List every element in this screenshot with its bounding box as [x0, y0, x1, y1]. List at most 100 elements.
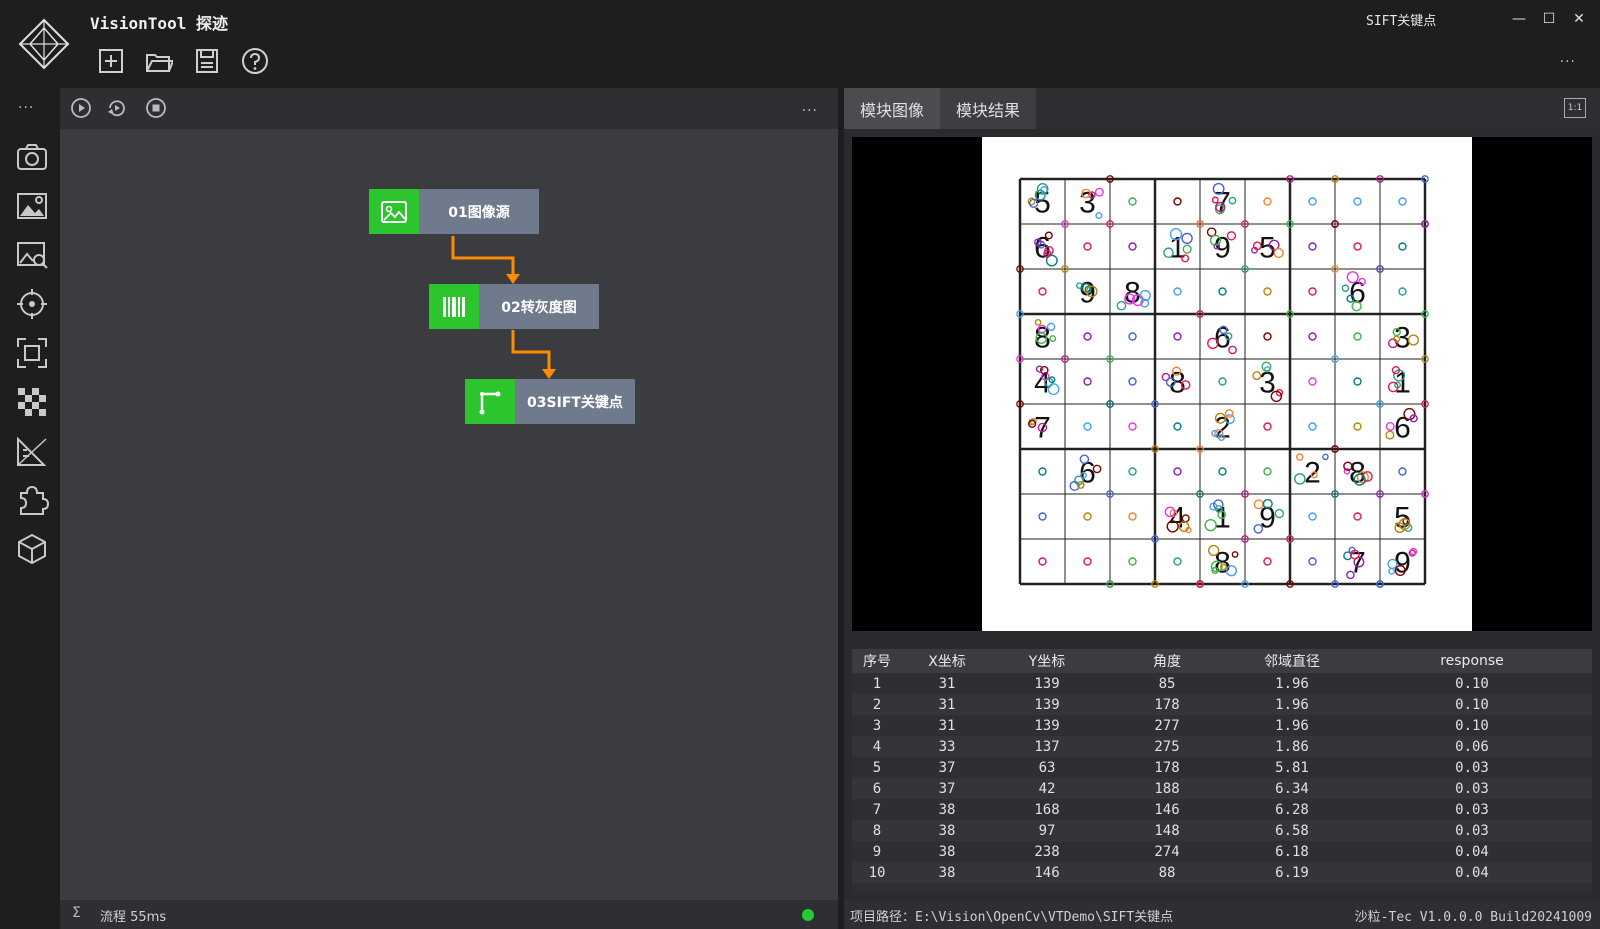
tab-module-result[interactable]: 模块结果: [940, 88, 1037, 129]
more-menu-button[interactable]: ...: [1560, 50, 1576, 66]
flow-node-image-source[interactable]: 01图像源: [369, 189, 539, 234]
left-toolbar: ...: [0, 88, 60, 929]
leftbar-more-button[interactable]: ...: [18, 96, 34, 112]
table-cell: 238: [992, 841, 1102, 862]
help-icon[interactable]: [240, 46, 270, 76]
checker-icon[interactable]: [15, 385, 49, 419]
keypoint-marker: [1353, 512, 1362, 521]
table-row[interactable]: 2 31 139 178 1.96 0.10: [852, 694, 1592, 715]
keypoints-table[interactable]: 序号 X坐标 Y坐标 角度 邻域直径 response 1 31 139 85 1.96…: [852, 649, 1592, 894]
column-header[interactable]: 序号: [852, 649, 902, 673]
sudoku-digit: 9: [1079, 277, 1096, 310]
table-cell: 6.34: [1232, 778, 1352, 799]
result-panel: 模块图像 模块结果 1:1 53761959868634831726628419…: [844, 88, 1600, 900]
actual-size-button[interactable]: 1:1: [1564, 98, 1586, 118]
keypoint-marker: [1173, 557, 1182, 566]
keypoint-marker: [1308, 377, 1317, 386]
table-cell: 0.03: [1352, 757, 1592, 778]
table-cell: 7: [852, 799, 902, 820]
table-row[interactable]: 6 37 42 188 6.34 0.03: [852, 778, 1592, 799]
table-cell: 6.58: [1232, 820, 1352, 841]
sudoku-keypoints-image: 5 3 76 1 9 59 8 68 6 34 8 3 17 2 66 2 84 1 9 58 7 9: [1016, 175, 1429, 588]
keypoint-marker: [1353, 377, 1362, 386]
close-button[interactable]: ✕: [1572, 8, 1586, 30]
table-cell: 0.03: [1352, 820, 1592, 841]
table-row[interactable]: 4 33 137 275 1.86 0.06: [852, 736, 1592, 757]
keypoint-marker: [1128, 242, 1137, 251]
camera-icon[interactable]: [15, 140, 49, 174]
table-row[interactable]: 7 38 168 146 6.28 0.03: [852, 799, 1592, 820]
keypoint-marker: [1263, 422, 1272, 431]
table-row[interactable]: 9 38 238 274 6.18 0.04: [852, 841, 1592, 862]
keypoint-marker: [1322, 453, 1329, 461]
target-icon[interactable]: [15, 287, 49, 321]
table-cell: 33: [902, 736, 992, 757]
stop-icon[interactable]: [145, 97, 167, 119]
keypoint-marker: [1038, 512, 1047, 521]
open-folder-icon[interactable]: [144, 46, 174, 76]
table-row[interactable]: 8 38 97 148 6.58 0.03: [852, 820, 1592, 841]
keypoint-marker: [1353, 332, 1362, 341]
table-cell: 5: [852, 757, 902, 778]
flow-more-button[interactable]: ...: [802, 99, 818, 115]
keypoint-marker: [1263, 287, 1272, 296]
column-header[interactable]: X坐标: [902, 649, 992, 673]
focus-frame-icon[interactable]: [15, 336, 49, 370]
flow-node-sift-keypoints[interactable]: 03SIFT关键点: [465, 379, 635, 424]
table-cell: 37: [902, 757, 992, 778]
table-cell: 0.10: [1352, 673, 1592, 694]
keypoint-marker: [1341, 284, 1350, 292]
table-row[interactable]: 5 37 63 178 5.81 0.03: [852, 757, 1592, 778]
result-image: 537619598686348317266284195879: [982, 137, 1472, 631]
sudoku-digit: 7: [1034, 412, 1051, 445]
keypoint-marker: [1398, 197, 1407, 206]
image-viewer[interactable]: 537619598686348317266284195879: [852, 137, 1592, 631]
column-header[interactable]: 邻域直径: [1232, 649, 1352, 673]
column-header[interactable]: 角度: [1102, 649, 1232, 673]
column-header[interactable]: response: [1352, 649, 1592, 673]
minimize-button[interactable]: —: [1512, 8, 1526, 30]
image-search-icon[interactable]: [15, 238, 49, 272]
keypoint-marker: [1308, 557, 1317, 566]
table-cell: 178: [1102, 757, 1232, 778]
window-controls: — ☐ ✕: [1512, 8, 1586, 30]
keypoint-marker: [1218, 467, 1227, 476]
table-row[interactable]: 10 38 146 88 6.19 0.04: [852, 862, 1592, 883]
puzzle-icon[interactable]: [15, 483, 50, 517]
table-cell: 139: [992, 673, 1102, 694]
table-cell: 1.96: [1232, 673, 1352, 694]
keypoint-marker: [1173, 197, 1182, 206]
keypoint-marker: [1308, 242, 1317, 251]
table-cell: 5.81: [1232, 757, 1352, 778]
table-cell: 139: [992, 694, 1102, 715]
image-settings-icon[interactable]: [15, 189, 49, 223]
keypoint-marker: [1308, 332, 1317, 341]
column-header[interactable]: Y坐标: [992, 649, 1102, 673]
table-cell: 0.10: [1352, 694, 1592, 715]
keypoint-marker: [1218, 377, 1227, 386]
table-cell: 6.18: [1232, 841, 1352, 862]
table-row[interactable]: 3 31 139 277 1.96 0.10: [852, 715, 1592, 736]
ruler-icon[interactable]: [15, 434, 49, 468]
keypoint-marker: [1083, 377, 1092, 386]
flow-node-grayscale[interactable]: 02转灰度图: [429, 284, 599, 329]
keypoint-marker: [1094, 187, 1104, 197]
table-row[interactable]: 1 31 139 85 1.96 0.10: [852, 673, 1592, 694]
new-icon[interactable]: [96, 46, 126, 76]
save-icon[interactable]: [192, 46, 222, 76]
tab-module-image[interactable]: 模块图像: [844, 88, 941, 129]
table-header-row: 序号 X坐标 Y坐标 角度 邻域直径 response: [852, 649, 1592, 673]
keypoint-marker: [1128, 332, 1137, 341]
table-cell: 31: [902, 715, 992, 736]
table-cell: 0.03: [1352, 778, 1592, 799]
cube-icon[interactable]: [15, 532, 49, 566]
window-title: SIFT关键点: [1366, 14, 1437, 29]
maximize-button[interactable]: ☐: [1542, 8, 1556, 30]
keypoint-marker: [1308, 287, 1317, 296]
keypoint-marker: [1353, 422, 1362, 431]
table-cell: 1.96: [1232, 694, 1352, 715]
status-bar-left: Σ 流程 55ms: [60, 900, 838, 929]
keypoint-marker: [1083, 422, 1092, 431]
run-once-icon[interactable]: [70, 97, 92, 119]
run-loop-icon[interactable]: [106, 97, 128, 119]
